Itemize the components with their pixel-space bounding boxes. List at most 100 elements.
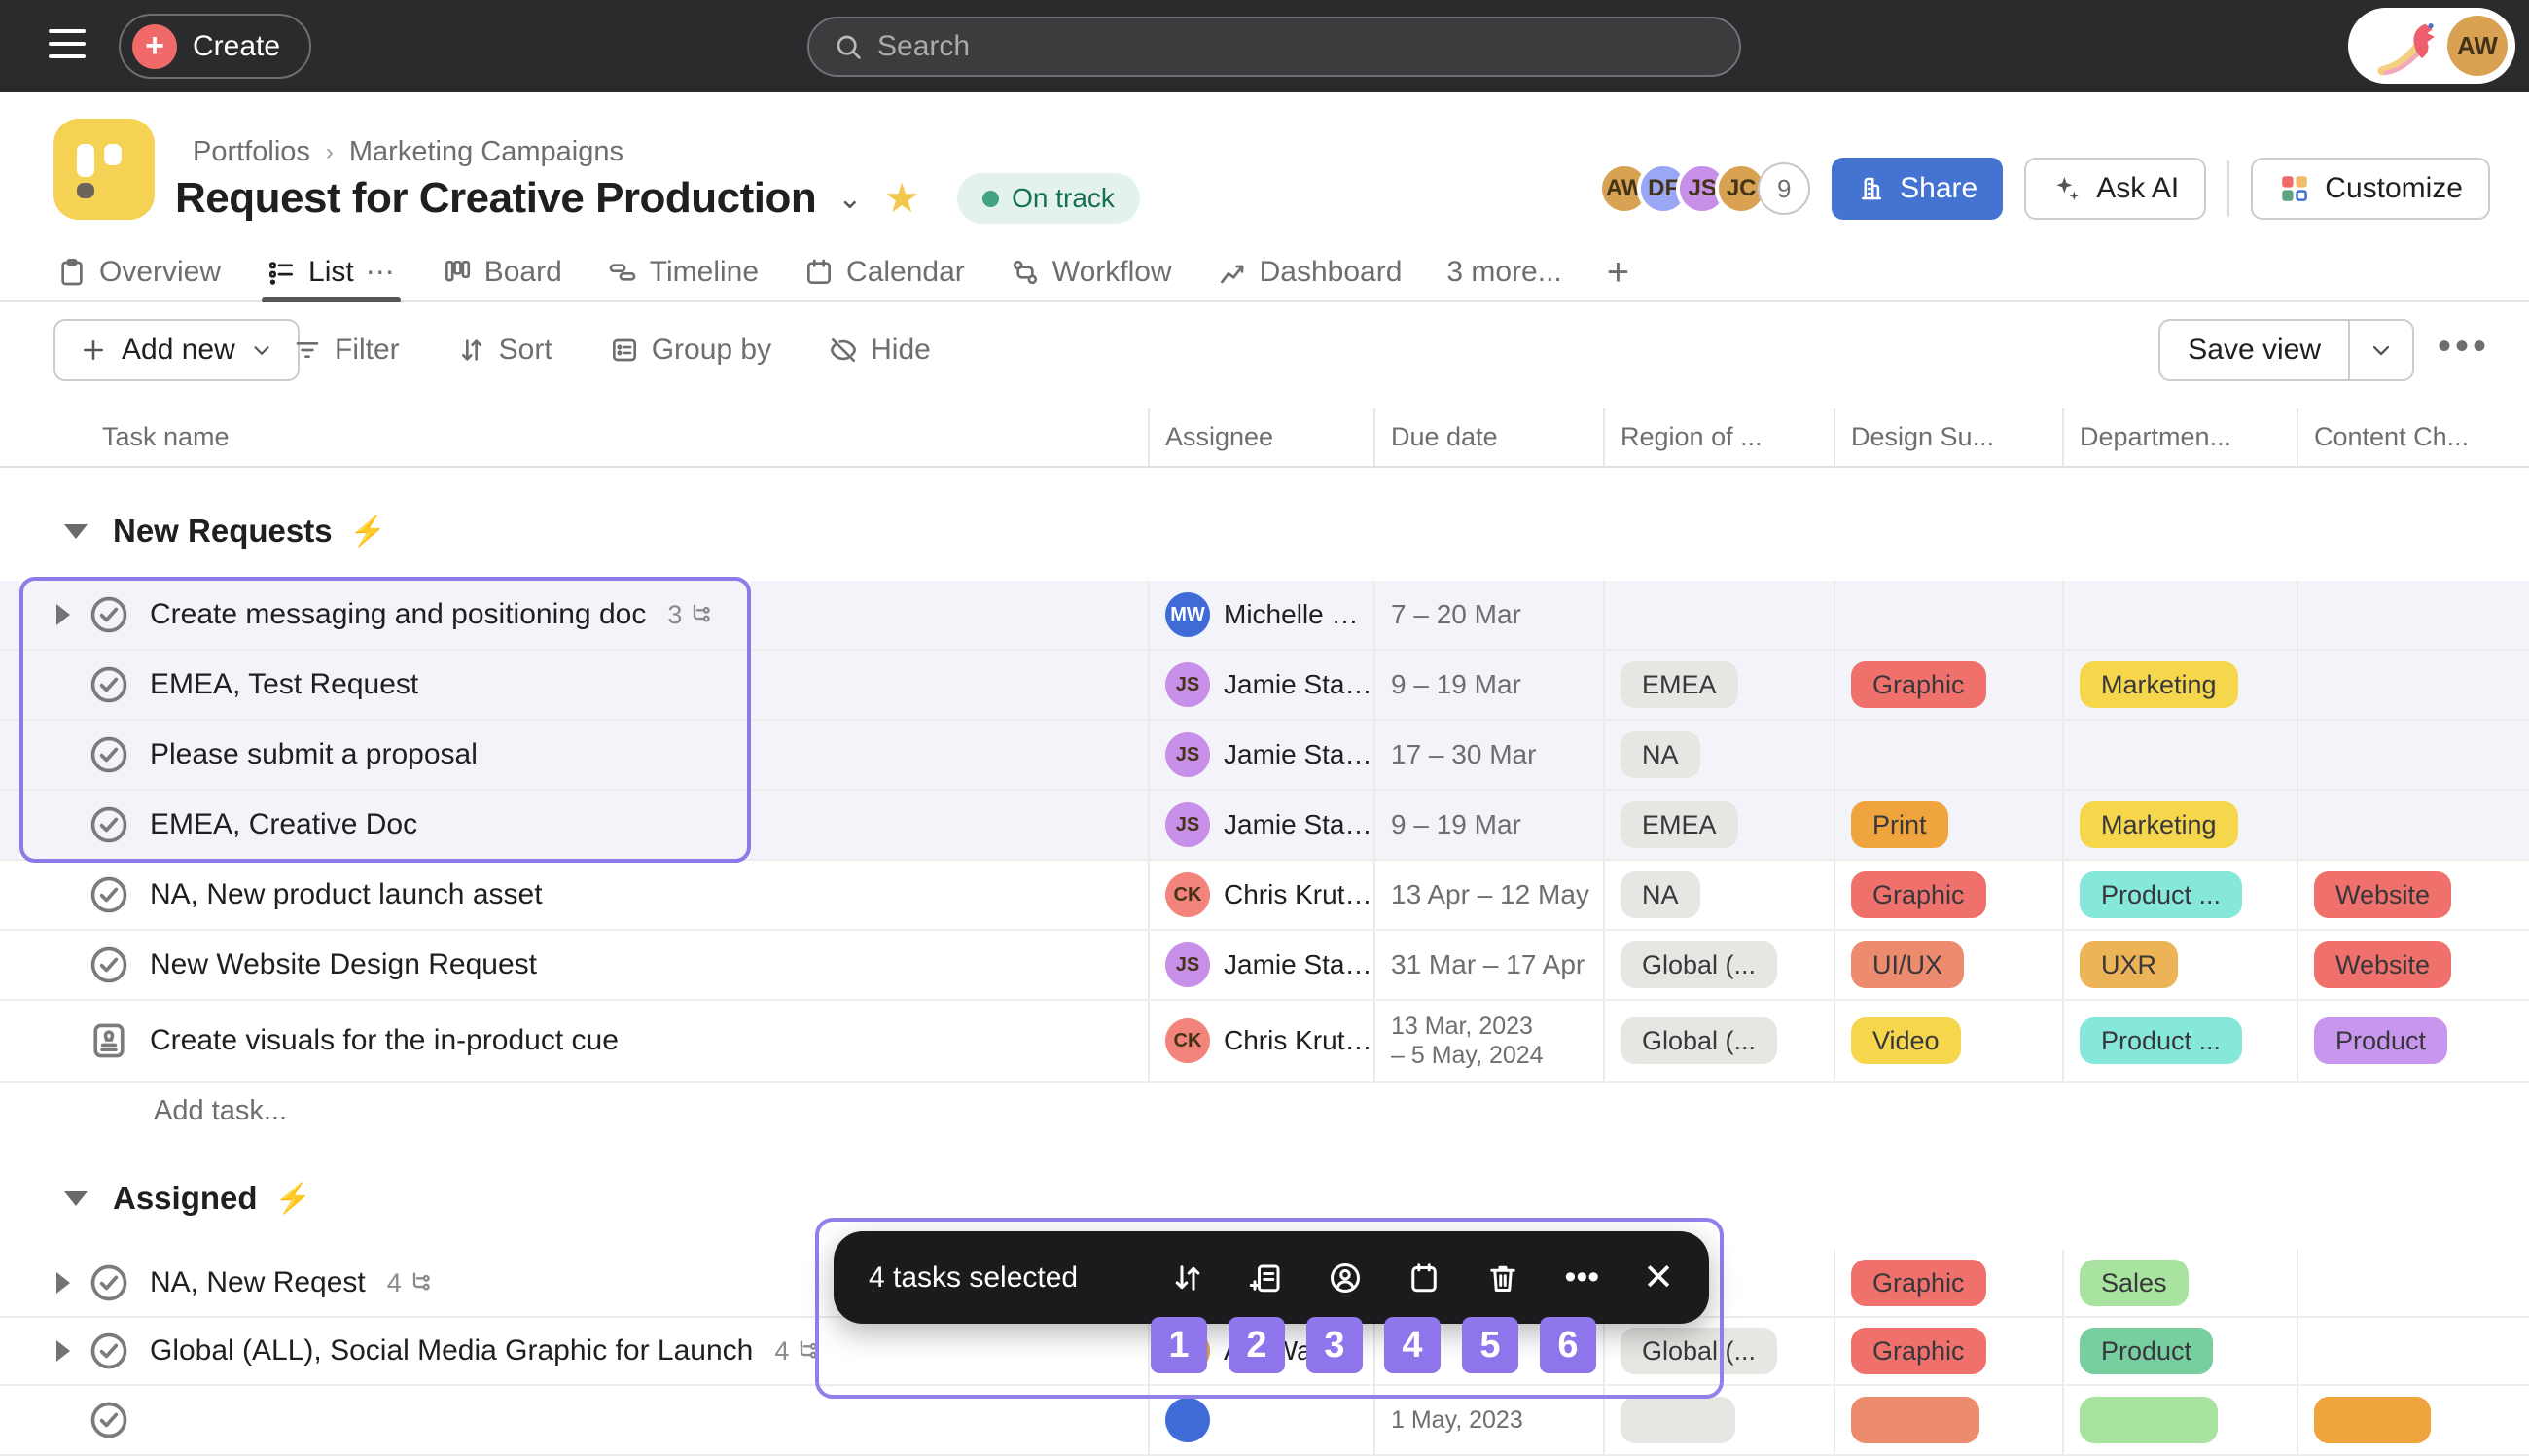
close-icon[interactable]: ✕	[1643, 1256, 1674, 1299]
task-row[interactable]: EMEA, Creative Doc JSJamie Stapl... 9 – …	[0, 791, 2529, 861]
tag-design[interactable]: Graphic	[1851, 871, 1986, 918]
check-circle-icon[interactable]	[88, 1399, 130, 1441]
view-options-icon[interactable]: •••	[2438, 325, 2490, 369]
tag-content[interactable]: Website	[2314, 941, 2451, 988]
tag-design[interactable]: Print	[1851, 801, 1948, 848]
ask-ai-button[interactable]: Ask AI	[2024, 158, 2206, 220]
due-date[interactable]: 1 May, 2023	[1391, 1405, 1523, 1435]
hide-button[interactable]: Hide	[828, 334, 931, 367]
rule-zap-icon[interactable]: ⚡	[275, 1182, 311, 1216]
save-view-chevron[interactable]	[2348, 321, 2412, 379]
add-view-button[interactable]: +	[1607, 251, 1629, 295]
assignee-avatar[interactable]: CK	[1165, 1018, 1210, 1063]
expand-task-icon[interactable]	[56, 604, 70, 625]
tab-more[interactable]: 3 more...	[1446, 245, 1561, 300]
column-design[interactable]: Design Su...	[1834, 408, 2062, 466]
approval-stamp-icon[interactable]	[88, 1019, 130, 1062]
assignee-avatar[interactable]: JS	[1165, 802, 1210, 847]
shortcut-badge-1[interactable]: 1	[1151, 1317, 1207, 1373]
tag-region[interactable]: NA	[1621, 871, 1700, 918]
check-circle-icon[interactable]	[88, 1330, 130, 1372]
tab-board[interactable]: Board	[442, 245, 562, 300]
global-search[interactable]	[807, 17, 1741, 77]
column-region[interactable]: Region of ...	[1603, 408, 1834, 466]
task-row[interactable]: Please submit a proposal JSJamie Stapl..…	[0, 721, 2529, 791]
due-date[interactable]: 9 – 19 Mar	[1391, 809, 1521, 840]
tag-department[interactable]: Marketing	[2080, 661, 2238, 708]
customize-button[interactable]: Customize	[2251, 158, 2490, 220]
tab-workflow[interactable]: Workflow	[1010, 245, 1172, 300]
tag-content[interactable]	[2314, 1397, 2431, 1443]
shortcut-badge-2[interactable]: 2	[1229, 1317, 1285, 1373]
tag-design[interactable]: Video	[1851, 1017, 1961, 1064]
tag-design[interactable]: Graphic	[1851, 661, 1986, 708]
tag-region[interactable]: EMEA	[1621, 801, 1738, 848]
breadcrumb-portfolios[interactable]: Portfolios	[193, 136, 310, 168]
status-badge[interactable]: On track	[957, 173, 1140, 224]
tab-timeline[interactable]: Timeline	[607, 245, 759, 300]
favorite-star-icon[interactable]: ★	[883, 178, 920, 219]
add-to-project-icon[interactable]	[1249, 1261, 1284, 1296]
shortcut-badge-3[interactable]: 3	[1306, 1317, 1363, 1373]
section-title[interactable]: Assigned	[113, 1180, 258, 1217]
assignee-avatar[interactable]: JS	[1165, 942, 1210, 987]
more-actions-icon[interactable]: •••	[1564, 1259, 1599, 1296]
tag-department[interactable]: Product ...	[2080, 1017, 2242, 1064]
tag-department[interactable]	[2080, 1397, 2218, 1443]
sort-button[interactable]: Sort	[456, 334, 552, 367]
tab-overview[interactable]: Overview	[56, 245, 221, 300]
assignee-avatar[interactable]: CK	[1165, 872, 1210, 917]
tag-region[interactable]: Global (...	[1621, 1017, 1777, 1064]
expand-task-icon[interactable]	[56, 1272, 70, 1294]
tag-department[interactable]: Marketing	[2080, 801, 2238, 848]
column-task-name[interactable]: Task name	[0, 408, 1148, 466]
check-circle-icon[interactable]	[88, 663, 130, 706]
tag-design[interactable]: UI/UX	[1851, 941, 1964, 988]
tag-department[interactable]: Sales	[2080, 1260, 2189, 1306]
tag-department[interactable]: UXR	[2080, 941, 2178, 988]
breadcrumb-project-group[interactable]: Marketing Campaigns	[349, 136, 623, 168]
check-circle-icon[interactable]	[88, 873, 130, 916]
tab-calendar[interactable]: Calendar	[803, 245, 965, 300]
column-assignee[interactable]: Assignee	[1148, 408, 1373, 466]
search-input[interactable]	[877, 30, 1716, 63]
list-tab-options-icon[interactable]: ⋯	[366, 256, 397, 290]
due-date[interactable]: 13 Mar, 2023– 5 May, 2024	[1391, 1012, 1544, 1070]
task-row[interactable]: EMEA, Test Request JSJamie Stapl... 9 – …	[0, 651, 2529, 721]
tag-design[interactable]	[1851, 1397, 1979, 1443]
set-due-date-icon[interactable]	[1407, 1261, 1442, 1296]
due-date[interactable]: 7 – 20 Mar	[1391, 599, 1521, 630]
tab-dashboard[interactable]: Dashboard	[1217, 245, 1403, 300]
tag-content[interactable]: Product	[2314, 1017, 2447, 1064]
assignee-avatar[interactable]	[1165, 1398, 1210, 1442]
tag-content[interactable]: Website	[2314, 871, 2451, 918]
task-row[interactable]: Create visuals for the in-product cue CK…	[0, 1001, 2529, 1083]
due-date[interactable]: 31 Mar – 17 Apr	[1391, 949, 1585, 980]
shortcut-badge-6[interactable]: 6	[1540, 1317, 1596, 1373]
member-avatars[interactable]: AW DF JS JC 9	[1598, 162, 1810, 215]
task-row[interactable]: Create messaging and positioning doc 3 M…	[0, 581, 2529, 651]
shortcut-badge-5[interactable]: 5	[1462, 1317, 1518, 1373]
section-collapse-icon[interactable]	[64, 1191, 88, 1206]
tag-design[interactable]: Graphic	[1851, 1260, 1986, 1306]
save-view-button[interactable]: Save view	[2158, 319, 2414, 381]
check-circle-icon[interactable]	[88, 733, 130, 776]
shortcut-badge-4[interactable]: 4	[1384, 1317, 1441, 1373]
tag-region[interactable]: NA	[1621, 731, 1700, 778]
assign-icon[interactable]	[1328, 1261, 1363, 1296]
account-pill[interactable]: AW	[2348, 8, 2515, 84]
section-title[interactable]: New Requests	[113, 513, 333, 550]
column-department[interactable]: Departmen...	[2062, 408, 2297, 466]
expand-task-icon[interactable]	[56, 1340, 70, 1362]
filter-button[interactable]: Filter	[292, 334, 400, 367]
tab-list[interactable]: List ⋯	[266, 245, 397, 300]
assignee-avatar[interactable]: JS	[1165, 662, 1210, 707]
task-row[interactable]: NA, New product launch asset CKChris Kru…	[0, 861, 2529, 931]
tag-design[interactable]: Graphic	[1851, 1328, 1986, 1374]
check-circle-icon[interactable]	[88, 593, 130, 636]
title-chevron-down-icon[interactable]: ⌄	[837, 182, 862, 216]
group-by-button[interactable]: Group by	[609, 334, 771, 367]
sidebar-toggle-icon[interactable]	[49, 29, 86, 67]
create-button[interactable]: + Create	[119, 14, 311, 79]
due-date[interactable]: 17 – 30 Mar	[1391, 739, 1536, 770]
